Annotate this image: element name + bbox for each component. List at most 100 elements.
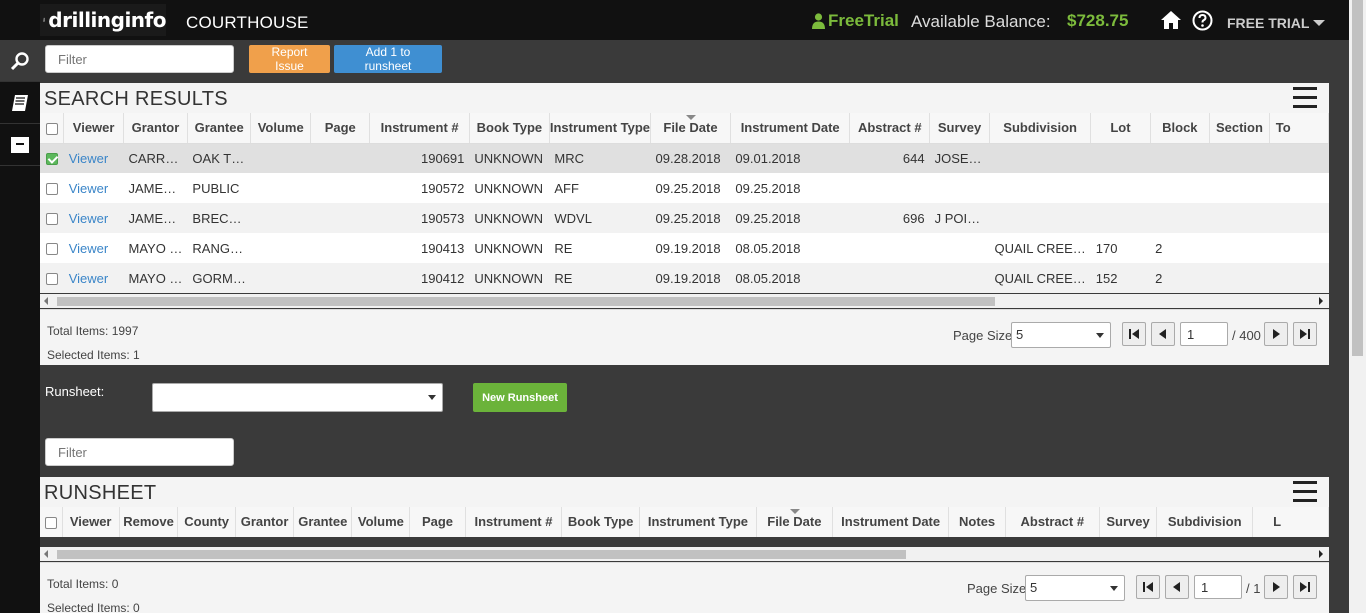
last-page-icon (1300, 329, 1310, 339)
scroll-left-icon[interactable] (44, 297, 48, 305)
column-header[interactable]: Viewer (63, 113, 124, 144)
row-checkbox[interactable] (40, 233, 64, 263)
column-header[interactable]: Subdivision (989, 113, 1092, 144)
viewer-link[interactable]: Viewer (69, 241, 109, 256)
results-menu-icon[interactable] (1293, 87, 1317, 109)
chevron-down-icon (428, 395, 436, 400)
column-header[interactable]: Instrument # (465, 507, 563, 537)
runsheet-menu-icon[interactable] (1293, 481, 1317, 503)
next-page-button[interactable] (1264, 322, 1288, 346)
column-header[interactable]: Grantee (187, 113, 252, 144)
column-header[interactable]: Abstract # (1005, 507, 1100, 537)
scroll-right-icon[interactable] (1319, 550, 1323, 558)
column-header[interactable]: Grantor (235, 507, 295, 537)
table-row[interactable]: Viewer JAME… PUBLIC 190572 UNKNOWN AFF 09.25.2… (40, 173, 1329, 203)
scroll-thumb[interactable] (57, 550, 906, 559)
column-header[interactable]: Survey (929, 113, 990, 144)
scroll-thumb[interactable] (57, 297, 995, 306)
column-header[interactable]: Page (409, 507, 466, 537)
section-cell (1210, 173, 1270, 203)
table-row[interactable]: Viewer JAME… BREC… 190573 UNKNOWN WDVL 09.25.2… (40, 203, 1329, 233)
column-header[interactable]: L (1252, 507, 1329, 537)
checkbox-icon (45, 273, 58, 286)
page-number-input[interactable] (1194, 575, 1242, 599)
column-header[interactable]: Instrument Date (832, 507, 950, 537)
column-header[interactable]: Instrument # (369, 113, 470, 144)
rail-books[interactable] (0, 82, 40, 124)
column-header[interactable]: Lot (1090, 113, 1151, 144)
viewer-link[interactable]: Viewer (69, 271, 109, 286)
home-icon[interactable] (1160, 10, 1182, 30)
instrument-date-cell: 09.25.2018 (730, 203, 850, 233)
page-vertical-scrollbar[interactable] (1349, 0, 1366, 613)
column-header[interactable]: County (177, 507, 236, 537)
first-page-button[interactable] (1136, 575, 1160, 599)
last-page-button[interactable] (1293, 575, 1317, 599)
column-header[interactable]: Grantor (123, 113, 188, 144)
new-runsheet-button[interactable]: New Runsheet (473, 383, 567, 412)
lot-cell (1090, 203, 1151, 233)
abstract-cell (849, 263, 930, 293)
first-page-button[interactable] (1122, 322, 1146, 346)
column-header[interactable]: Volume (351, 507, 411, 537)
row-checkbox[interactable] (40, 143, 64, 173)
column-header[interactable]: Instrument Type (549, 113, 652, 144)
row-checkbox[interactable] (40, 263, 64, 293)
column-header[interactable]: Abstract # (849, 113, 931, 144)
page-number-input[interactable] (1180, 322, 1228, 346)
select-all-checkbox[interactable] (40, 113, 65, 144)
results-horizontal-scrollbar[interactable] (40, 294, 1329, 308)
table-row[interactable]: Viewer MAYO … RANG… 190413 UNKNOWN RE 09.19.20… (40, 233, 1329, 263)
grantee-cell: BREC… (187, 203, 251, 233)
page-size-select[interactable]: 5 (1025, 575, 1125, 601)
prev-page-button[interactable] (1151, 322, 1175, 346)
rail-search[interactable] (0, 40, 40, 82)
scroll-right-icon[interactable] (1319, 297, 1323, 305)
column-header[interactable]: Remove (119, 507, 179, 537)
derrick-icon (43, 17, 46, 22)
rail-inbox[interactable] (0, 124, 40, 166)
prev-page-button[interactable] (1165, 575, 1189, 599)
column-header-sorted[interactable]: File Date (756, 507, 833, 537)
free-trial-badge: FreeTrial (812, 11, 899, 31)
column-header[interactable]: Block (1150, 113, 1211, 144)
column-header[interactable]: To (1269, 113, 1329, 144)
report-issue-button[interactable]: Report Issue (249, 45, 330, 73)
scroll-thumb[interactable] (1352, 0, 1363, 356)
row-checkbox[interactable] (40, 173, 64, 203)
row-checkbox[interactable] (40, 203, 64, 233)
column-header[interactable]: Grantee (293, 507, 353, 537)
column-header[interactable]: Notes (948, 507, 1006, 537)
column-header[interactable]: Viewer (62, 507, 120, 537)
viewer-link[interactable]: Viewer (69, 151, 109, 166)
column-header[interactable]: Instrument Date (730, 113, 851, 144)
column-header[interactable]: Book Type (561, 507, 640, 537)
column-header[interactable]: Volume (250, 113, 312, 144)
column-header[interactable]: Page (310, 113, 371, 144)
results-filter-input[interactable] (45, 45, 234, 73)
column-header[interactable]: Subdivision (1156, 507, 1254, 537)
column-header[interactable]: Instrument Type (639, 507, 757, 537)
runsheet-select[interactable] (152, 383, 443, 412)
logo[interactable]: drillinginfo (40, 4, 166, 36)
viewer-link[interactable]: Viewer (69, 211, 109, 226)
scroll-left-icon[interactable] (44, 550, 48, 558)
runsheet-select-all-checkbox[interactable] (40, 507, 63, 537)
account-menu[interactable]: FREE TRIAL (1227, 15, 1326, 31)
column-header[interactable]: Survey (1099, 507, 1158, 537)
runsheet-horizontal-scrollbar[interactable] (40, 547, 1329, 561)
subdivision-cell (989, 143, 1091, 173)
table-row[interactable]: Viewer MAYO … GORM… 190412 UNKNOWN RE 09.19.20… (40, 263, 1329, 293)
add-to-runsheet-button[interactable]: Add 1 to runsheet (334, 45, 442, 73)
next-page-button[interactable] (1264, 575, 1288, 599)
total-items-label: Total Items: 1997 (47, 324, 139, 338)
column-header[interactable]: Section (1209, 113, 1270, 144)
help-icon[interactable] (1192, 10, 1213, 31)
column-header[interactable]: Book Type (469, 113, 550, 144)
table-row[interactable]: Viewer CARR… OAK T… 190691 UNKNOWN MRC 09.28.2… (40, 143, 1329, 173)
column-header-sorted[interactable]: File Date (650, 113, 731, 144)
viewer-link[interactable]: Viewer (69, 181, 109, 196)
last-page-button[interactable] (1293, 322, 1317, 346)
runsheet-filter-input[interactable] (45, 438, 234, 466)
page-size-select[interactable]: 5 (1011, 322, 1111, 348)
